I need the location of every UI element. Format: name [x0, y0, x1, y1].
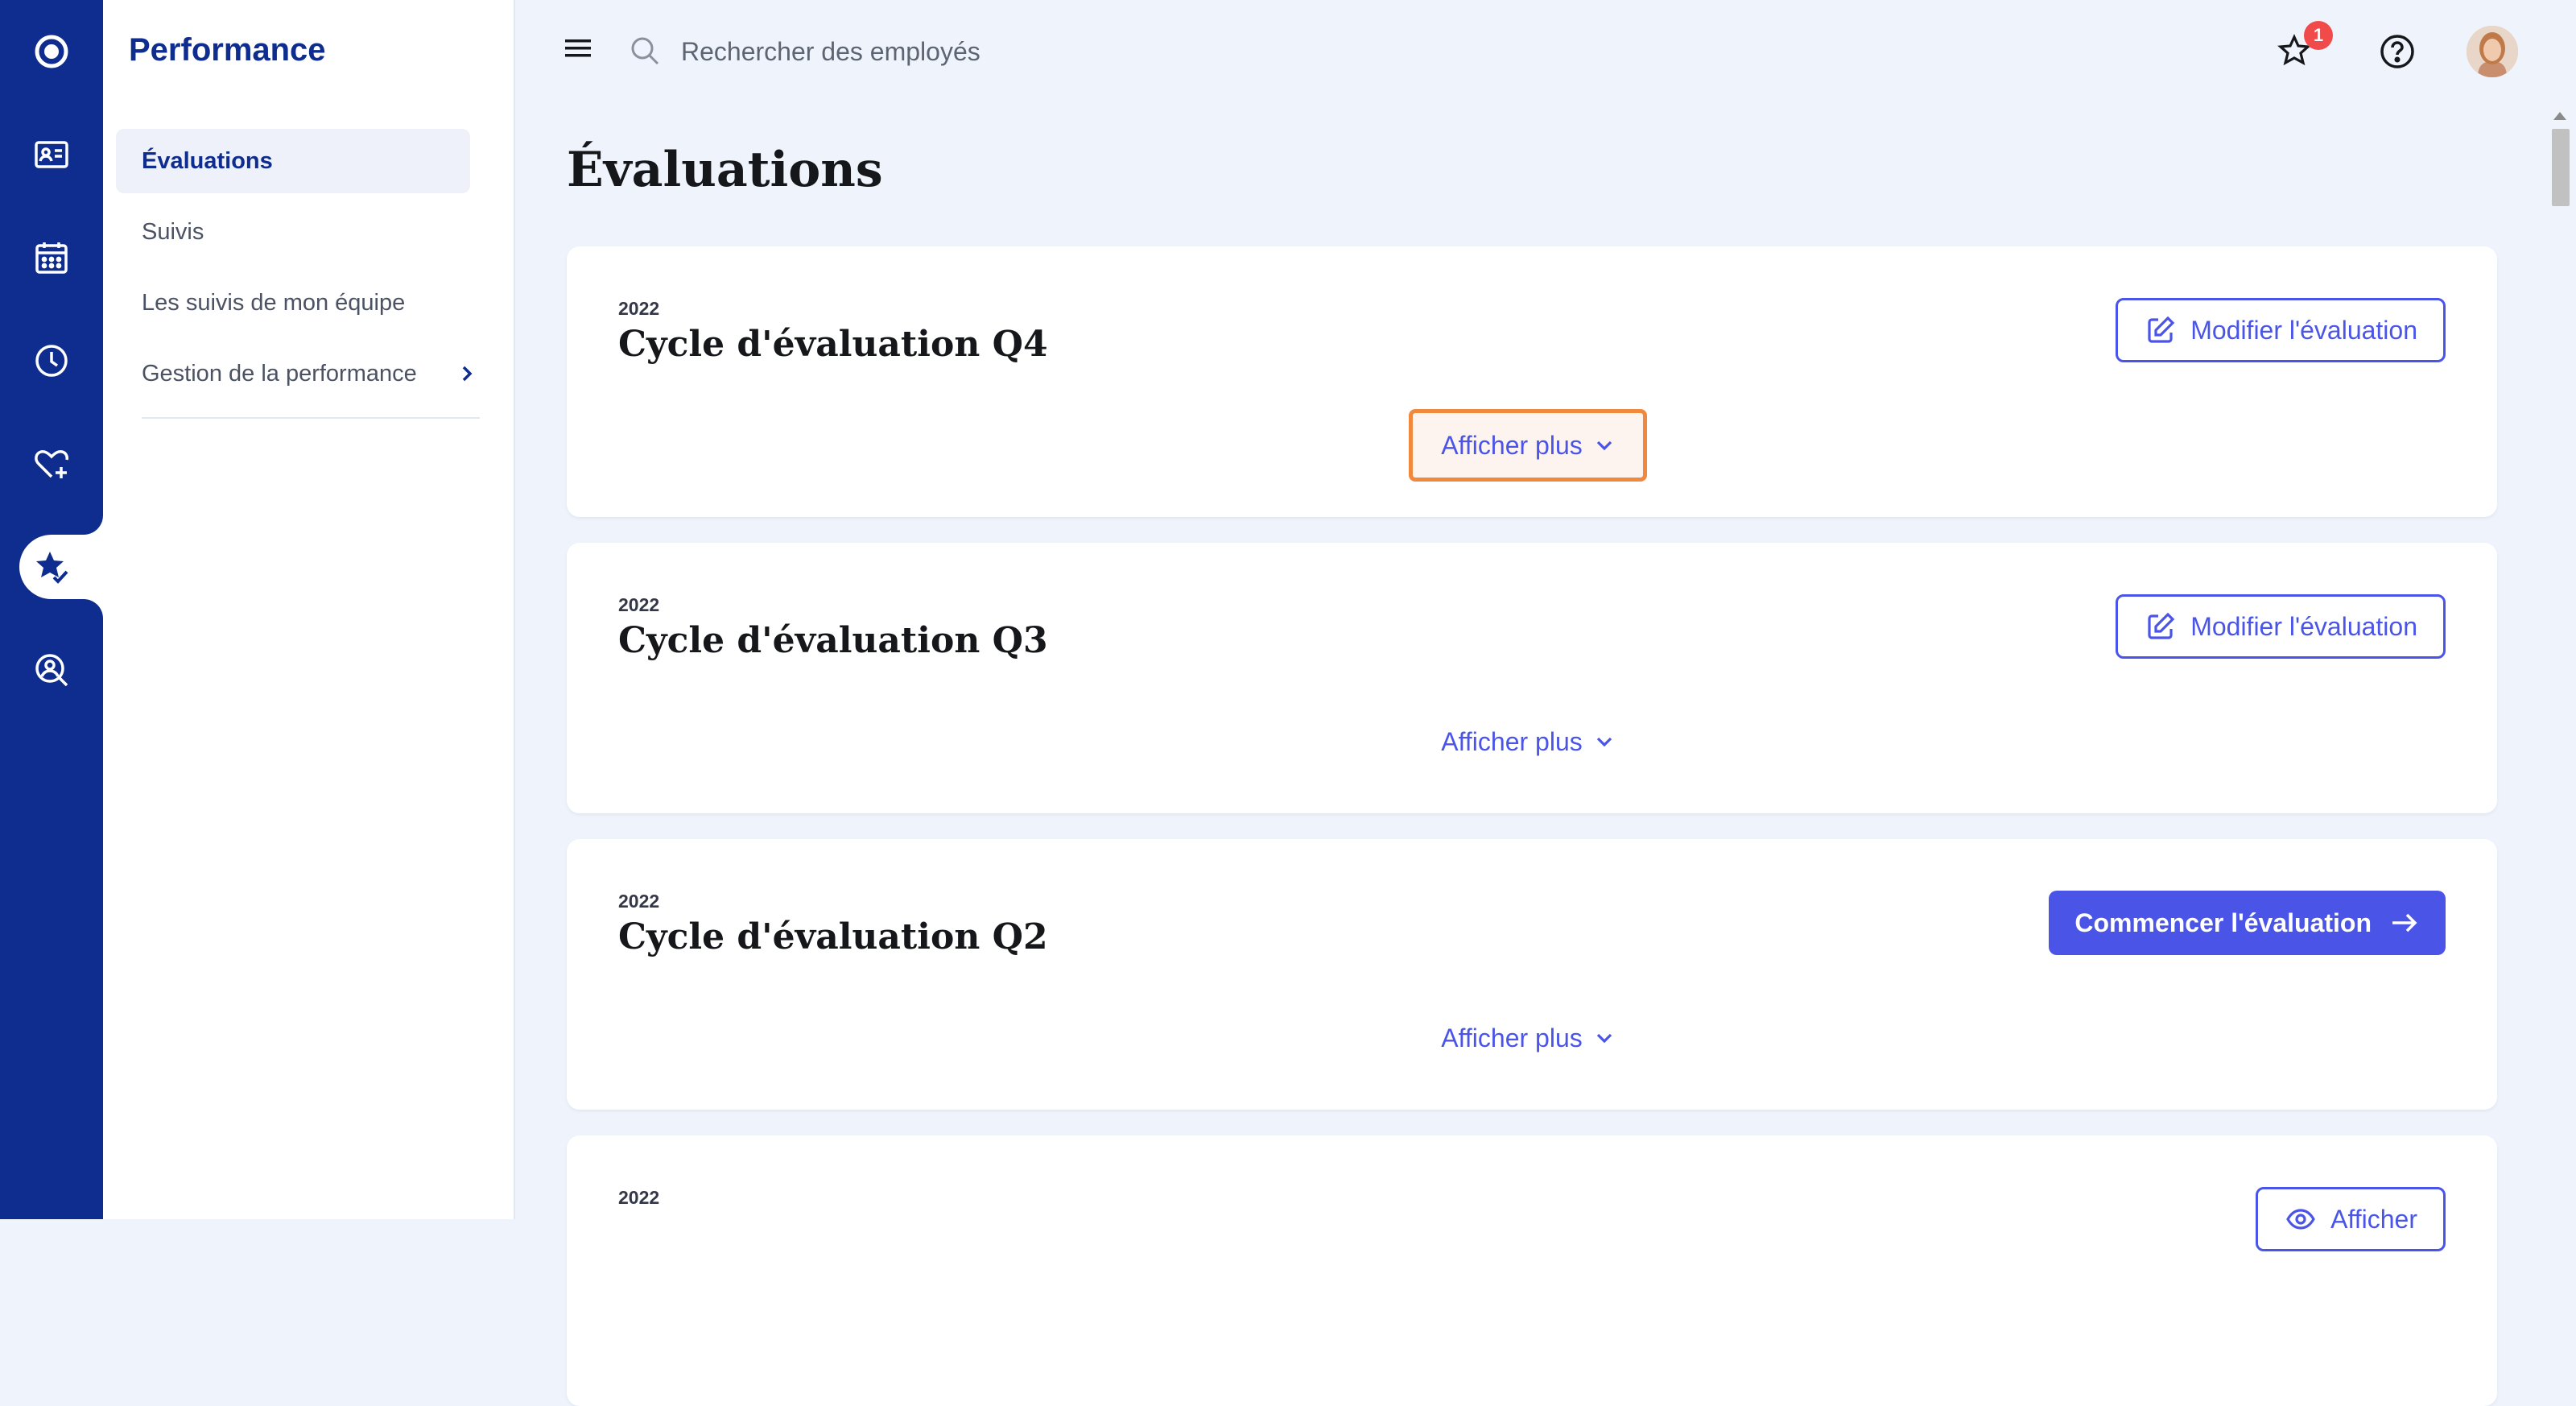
edit-evaluation-button[interactable]: Modifier l'évaluation — [2116, 594, 2446, 659]
start-evaluation-button[interactable]: Commencer l'évaluation — [2049, 891, 2446, 955]
edit-icon — [2148, 612, 2175, 639]
cycle-title: Cycle d'évaluation Q4 — [618, 324, 1048, 365]
scrollbar[interactable] — [2549, 105, 2571, 1219]
show-more-button[interactable]: Afficher plus — [1409, 1002, 1647, 1074]
sidebar-divider — [142, 417, 480, 419]
avatar-image — [2467, 26, 2518, 77]
scrollbar-thumb[interactable] — [2552, 129, 2570, 206]
sidebar-title: Performance — [129, 32, 326, 68]
hamburger-menu-icon[interactable] — [564, 34, 592, 63]
star-check-icon-graphic — [36, 552, 68, 584]
button-label: Modifier l'évaluation — [2190, 611, 2417, 641]
button-label: Commencer l'évaluation — [2074, 908, 2372, 937]
show-more-label: Afficher plus — [1441, 430, 1583, 460]
calendar-icon[interactable] — [0, 219, 103, 296]
chevron-right-icon — [462, 366, 473, 382]
sidebar-item-label: Suivis — [142, 218, 204, 245]
sidebar-item-label: Gestion de la performance — [142, 360, 417, 387]
show-more-label: Afficher plus — [1441, 726, 1583, 756]
evaluation-cycle-card: 2022 Cycle d'évaluation Q2 Commencer l'é… — [567, 839, 2497, 1110]
button-label: Afficher — [2330, 1204, 2417, 1234]
page-title: Évaluations — [567, 142, 883, 198]
sidebar-item-team-followups[interactable]: Les suivis de mon équipe — [116, 271, 470, 335]
logo-icon-graphic — [35, 35, 68, 68]
button-label: Modifier l'évaluation — [2190, 315, 2417, 345]
cycle-year: 2022 — [618, 298, 660, 319]
performance-sidebar: Performance Évaluations Suivis Les suivi… — [103, 0, 515, 1219]
sidebar-item-performance-management[interactable]: Gestion de la performance — [116, 341, 473, 406]
search-person-icon-graphic — [35, 654, 68, 687]
cycle-year: 2022 — [618, 891, 660, 912]
id-card-icon-graphic — [35, 141, 68, 168]
heart-plus-icon[interactable] — [0, 425, 103, 502]
heart-plus-icon-graphic — [35, 450, 68, 478]
clock-icon[interactable] — [0, 322, 103, 399]
show-more-button[interactable]: Afficher plus — [1409, 409, 1647, 482]
show-more-label: Afficher plus — [1441, 1023, 1583, 1052]
notification-badge: 1 — [2304, 21, 2333, 50]
sidebar-item-suivis[interactable]: Suivis — [116, 200, 470, 264]
sidebar-item-label: Les suivis de mon équipe — [142, 289, 406, 316]
chevron-down-icon — [1596, 1033, 1612, 1044]
cycle-year: 2022 — [618, 594, 660, 615]
icon-rail — [0, 0, 124, 1219]
eye-icon — [2286, 1209, 2315, 1230]
evaluation-cycle-card: 2022 Cycle d'évaluation Q3 Modifier l'év… — [567, 543, 2497, 813]
search-person-icon[interactable] — [0, 631, 103, 709]
chevron-down-icon — [1596, 737, 1612, 747]
calendar-icon-graphic — [35, 242, 68, 274]
search-input[interactable] — [681, 29, 1245, 74]
logo-icon[interactable] — [0, 13, 103, 90]
scroll-up-arrow-icon[interactable] — [2550, 108, 2570, 124]
search-icon — [631, 37, 659, 65]
star-check-icon[interactable] — [0, 528, 103, 606]
edit-icon — [2148, 316, 2175, 343]
evaluation-cycle-card: 2022 Cycle d'évaluation Q4 Modifier l'év… — [567, 246, 2497, 517]
clock-icon-graphic — [35, 345, 68, 377]
sidebar-item-label: Évaluations — [142, 147, 273, 174]
edit-evaluation-button[interactable]: Modifier l'évaluation — [2116, 298, 2446, 362]
id-card-icon[interactable] — [0, 116, 103, 193]
cycle-year: 2022 — [618, 1187, 660, 1208]
show-more-button[interactable]: Afficher plus — [1409, 705, 1647, 778]
cycle-title: Cycle d'évaluation Q3 — [618, 620, 1048, 661]
arrow-right-icon — [2392, 913, 2417, 933]
sidebar-item-evaluations[interactable]: Évaluations — [116, 129, 470, 193]
chevron-down-icon — [1596, 440, 1612, 451]
avatar[interactable] — [2467, 26, 2518, 77]
help-icon[interactable] — [2378, 32, 2417, 71]
evaluation-cycle-card: 2022 Afficher — [567, 1135, 2497, 1406]
view-evaluation-button[interactable]: Afficher — [2256, 1187, 2446, 1251]
cycle-title: Cycle d'évaluation Q2 — [618, 916, 1048, 957]
